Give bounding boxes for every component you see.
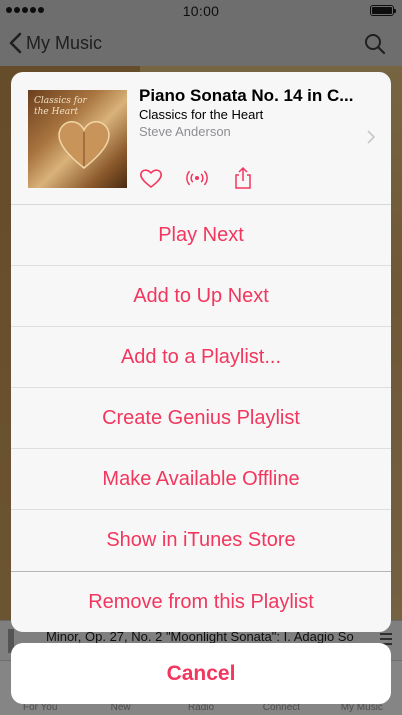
heart-artwork-icon — [58, 121, 110, 169]
album-name: Classics for the Heart — [139, 107, 264, 122]
show-in-itunes-store-button[interactable]: Show in iTunes Store — [11, 510, 391, 571]
cancel-button[interactable]: Cancel — [11, 643, 391, 704]
love-button[interactable] — [139, 166, 163, 190]
remove-from-playlist-button[interactable]: Remove from this Playlist — [11, 572, 391, 632]
radio-icon — [186, 170, 208, 186]
chevron-right-icon[interactable] — [367, 130, 375, 144]
share-button[interactable] — [231, 166, 255, 190]
song-actions — [139, 166, 255, 190]
album-art: Classics for the Heart — [28, 90, 127, 188]
song-header[interactable]: Classics for the Heart Piano Sonata No. … — [11, 72, 391, 205]
start-station-button[interactable] — [185, 166, 209, 190]
make-available-offline-button[interactable]: Make Available Offline — [11, 449, 391, 510]
add-to-playlist-button[interactable]: Add to a Playlist... — [11, 327, 391, 388]
song-title: Piano Sonata No. 14 in C... — [139, 86, 354, 105]
heart-icon — [140, 169, 162, 188]
artist-name: Steve Anderson — [139, 124, 231, 139]
add-to-up-next-button[interactable]: Add to Up Next — [11, 266, 391, 327]
action-sheet: Classics for the Heart Piano Sonata No. … — [11, 72, 391, 632]
create-genius-playlist-button[interactable]: Create Genius Playlist — [11, 388, 391, 449]
play-next-button[interactable]: Play Next — [11, 205, 391, 266]
share-icon — [235, 166, 251, 189]
